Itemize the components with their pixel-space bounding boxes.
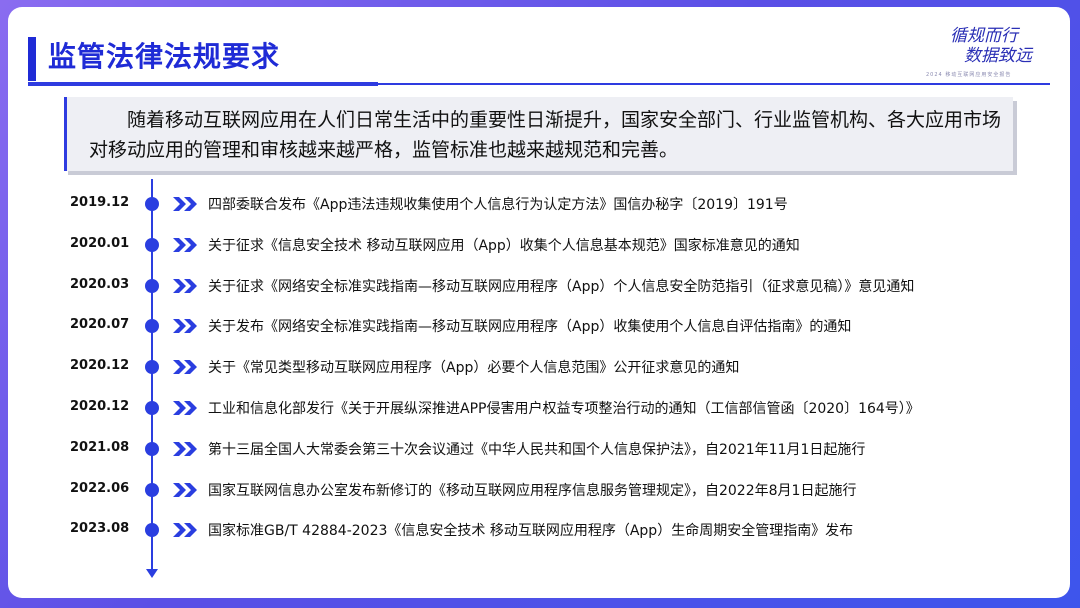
double-chevron-right-icon [173,482,197,497]
timeline-item-text: 第十三届全国人大常委会第三十次会议通过《中华人民共和国个人信息保护法》，自202… [208,441,866,458]
double-chevron-right-icon [173,401,197,415]
report-logo: 循规而行 数据致远 2024 移动互联网应用安全报告 [926,21,1040,81]
timeline-date: 2021.08 [70,439,130,455]
timeline-item-text: 工业和信息化部发行《关于开展纵深推进APP侵害用户权益专项整治行动的通知（工信部… [208,401,920,417]
timeline-row: 2019.12 四部委联合发布《App违法违规收集使用个人信息行为认定方法》国信办… [8,192,1070,216]
timeline-item-text: 关于发布《网络安全标准实践指南—移动互联网应用程序（App）收集使用个人信息自评… [208,319,852,336]
timeline-row: 2020.12 关于《常见类型移动互联网应用程序（App）必要个人信息范围》公开征… [8,355,1070,379]
page-title: 监管法律法规要求 [48,40,281,73]
timeline-dot-icon [145,401,159,415]
timeline-date: 2020.01 [70,235,130,251]
timeline-dot-icon [145,482,159,497]
timeline-dot-icon [145,278,159,293]
intro-text: 随着移动互联网应用在人们日常生活中的重要性日渐提升，国家安全部门、行业监管机构、… [89,109,1002,161]
timeline-item-text: 四部委联合发布《App违法违规收集使用个人信息行为认定方法》国信办秘字〔2019… [208,197,788,213]
timeline-row: 2020.03 关于征求《网络安全标准实践指南—移动互联网应用程序（App）个人信… [8,274,1070,298]
timeline-dot-icon [145,441,159,456]
timeline-date: 2022.06 [70,480,130,496]
slide: 监管法律法规要求 循规而行 数据致远 2024 移动互联网应用安全报告 随着移动… [8,7,1070,598]
timeline-row: 2023.08 国家标准GB/T 42884-2023《信息安全技术 移动互联网应… [8,518,1070,542]
timeline-row: 2021.08 第十三届全国人大常委会第三十次会议通过《中华人民共和国个人信息保护… [8,437,1070,461]
timeline-dot-icon [145,197,159,211]
timeline-row: 2020.01 关于征求《信息安全技术 移动互联网应用（App）收集个人信息基本规… [8,233,1070,257]
timeline-date: 2020.07 [70,317,130,333]
timeline-item-text: 国家互联网信息办公室发布新修订的《移动互联网应用程序信息服务管理规定》，自202… [208,482,857,499]
timeline-row: 2022.06 国家互联网信息办公室发布新修订的《移动互联网应用程序信息服务管理规… [8,478,1070,502]
double-chevron-right-icon [173,237,197,252]
timeline-arrow-icon [146,569,158,578]
timeline-date: 2023.08 [70,521,130,537]
title-accent-bar [28,37,36,81]
intro-box: 随着移动互联网应用在人们日常生活中的重要性日渐提升，国家安全部门、行业监管机构、… [64,97,1013,171]
double-chevron-right-icon [173,197,197,211]
double-chevron-right-icon [173,319,197,334]
timeline-dot-icon [145,237,159,252]
timeline-date: 2020.12 [70,399,130,414]
double-chevron-right-icon [173,441,197,456]
timeline-item-text: 关于征求《信息安全技术 移动互联网应用（App）收集个人信息基本规范》国家标准意… [208,237,800,254]
timeline-date: 2019.12 [70,195,130,210]
double-chevron-right-icon [173,523,197,538]
timeline-item-text: 关于征求《网络安全标准实践指南—移动互联网应用程序（App）个人信息安全防范指引… [208,278,915,295]
timeline-row: 2020.07 关于发布《网络安全标准实践指南—移动互联网应用程序（App）收集使… [8,314,1070,338]
timeline-dot-icon [145,319,159,334]
timeline-date: 2020.12 [70,358,130,374]
double-chevron-right-icon [173,278,197,293]
logo-subtitle: 2024 移动互联网应用安全报告 [926,72,1012,78]
timeline-date: 2020.03 [70,276,130,292]
logo-text-line2: 数据致远 [964,46,1032,66]
timeline-dot-icon [145,523,159,538]
timeline-item-text: 国家标准GB/T 42884-2023《信息安全技术 移动互联网应用程序（App… [208,523,854,540]
header-divider-accent [28,82,378,86]
timeline-item-text: 关于《常见类型移动互联网应用程序（App）必要个人信息范围》公开征求意见的通知 [208,360,740,377]
double-chevron-right-icon [173,360,197,375]
timeline-dot-icon [145,360,159,375]
timeline-row: 2020.12 工业和信息化部发行《关于开展纵深推进APP侵害用户权益专项整治行动… [8,396,1070,420]
